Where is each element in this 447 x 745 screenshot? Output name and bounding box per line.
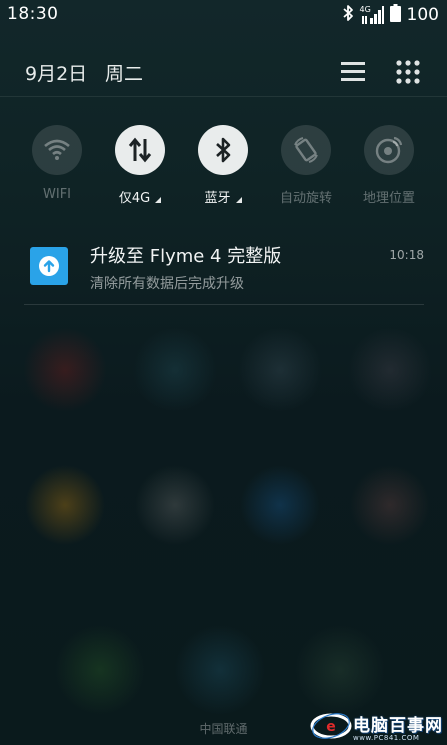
bluetooth-icon	[342, 4, 354, 26]
date-row: 9月2日 周二	[0, 50, 447, 92]
location-toggle-label: 地理位置	[362, 191, 415, 206]
notification-divider	[24, 304, 424, 305]
toggle-mobile-data[interactable]: 仅4G	[98, 125, 182, 206]
battery-icon	[389, 4, 401, 26]
quick-toggles: WIFI 仅4G 蓝牙 自动旋转 地理位置	[0, 125, 447, 215]
mobile-data-toggle-label: 仅4G	[98, 187, 182, 206]
battery-percent: 100	[406, 5, 439, 25]
notification-title: 升级至 Flyme 4 完整版	[90, 246, 282, 267]
status-time: 18:30	[7, 4, 59, 24]
watermark-text-block: 电脑百事网 www.PC841.COM	[353, 711, 443, 742]
bluetooth-label-text: 蓝牙	[204, 191, 231, 206]
header-divider	[0, 96, 447, 97]
wifi-toggle-label: WIFI	[43, 187, 71, 202]
mobile-data-label-text: 仅4G	[118, 191, 151, 206]
location-icon	[375, 136, 403, 164]
mobile-data-toggle-circle[interactable]	[115, 125, 165, 175]
watermark-logo: e 电脑百事网 www.PC841.COM	[309, 710, 443, 742]
notification-time: 10:18	[389, 248, 424, 262]
notification-item[interactable]: 升级至 Flyme 4 完整版 清除所有数据后完成升级 10:18	[24, 230, 424, 304]
notification-list-button[interactable]	[337, 58, 367, 86]
upgrade-arrow-icon	[39, 256, 59, 276]
watermark-text: 电脑百事网	[353, 715, 443, 736]
bluetooth-icon	[216, 137, 231, 163]
auto-rotate-icon	[294, 137, 318, 163]
wifi-toggle-circle[interactable]	[32, 125, 82, 175]
wifi-icon	[44, 139, 70, 160]
status-icons: 4G 100	[336, 4, 439, 26]
notification-shade: 18:30 4G 100 9月2日 周二 WIFI 仅4G 蓝牙 自动旋转 地理…	[0, 0, 447, 745]
signal-icon: 4G	[360, 5, 384, 24]
grid-icon	[396, 60, 420, 84]
auto-rotate-toggle-circle[interactable]	[281, 125, 331, 175]
toggle-bluetooth[interactable]: 蓝牙	[181, 125, 265, 206]
toggle-location[interactable]: 地理位置	[347, 125, 431, 206]
app-grid-button[interactable]	[394, 58, 422, 86]
toggle-wifi[interactable]: WIFI	[15, 125, 99, 202]
dropdown-indicator-icon	[155, 197, 162, 203]
list-icon	[341, 62, 365, 81]
location-toggle-circle[interactable]	[364, 125, 414, 175]
watermark-url: www.PC841.COM	[353, 733, 420, 742]
auto-rotate-toggle-label: 自动旋转	[279, 191, 332, 206]
weekday-label: 周二	[105, 63, 144, 85]
dropdown-indicator-icon	[235, 197, 242, 203]
pc841-logo-icon: e	[310, 713, 352, 739]
upgrade-app-icon	[30, 247, 68, 285]
bluetooth-toggle-label: 蓝牙	[181, 187, 265, 206]
bluetooth-toggle-circle[interactable]	[198, 125, 248, 175]
toggle-auto-rotate[interactable]: 自动旋转	[264, 125, 348, 206]
notification-subtitle: 清除所有数据后完成升级	[90, 276, 244, 292]
mobile-data-icon	[128, 137, 152, 163]
svg-text:e: e	[326, 719, 336, 735]
date-label: 9月2日	[25, 63, 88, 85]
status-bar: 18:30 4G 100	[0, 0, 447, 30]
